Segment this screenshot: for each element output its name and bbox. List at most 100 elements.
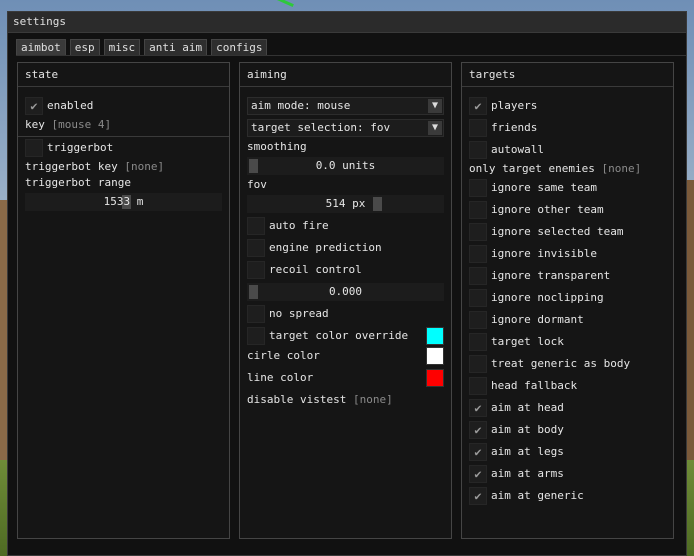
target-option-row[interactable]: ignore noclipping — [469, 289, 666, 307]
target-option-label: aim at legs — [491, 445, 564, 458]
checkbox[interactable] — [469, 119, 487, 137]
tab-divider — [16, 55, 686, 56]
checkbox[interactable] — [247, 217, 265, 235]
disable-vistest-row[interactable]: disable vistest [none] — [247, 391, 444, 409]
triggerbot-range-label-row: triggerbot range — [25, 174, 222, 192]
checkbox[interactable] — [469, 333, 487, 351]
checkbox[interactable] — [469, 355, 487, 373]
autowall-checkbox-row[interactable]: autowall — [469, 141, 666, 159]
checkbox[interactable] — [469, 245, 487, 263]
line-color-label: line color — [247, 371, 314, 384]
recoil-control-label: recoil control — [269, 263, 362, 276]
tab-misc[interactable]: misc — [103, 39, 141, 56]
checkmark-icon[interactable]: ✔ — [469, 443, 487, 461]
checkbox[interactable] — [469, 377, 487, 395]
settings-window: settings aimbot esp misc anti aim config… — [7, 11, 687, 556]
checkbox[interactable] — [469, 223, 487, 241]
tab-aimbot[interactable]: aimbot — [16, 39, 66, 56]
checkbox[interactable] — [469, 311, 487, 329]
triggerbot-range-slider[interactable]: 1533 m — [25, 193, 222, 211]
only-enemies-label: only target enemies — [469, 162, 595, 175]
checkbox[interactable] — [469, 179, 487, 197]
checkbox[interactable] — [469, 267, 487, 285]
key-value[interactable]: [mouse 4] — [52, 118, 112, 131]
autowall-label: autowall — [491, 143, 544, 156]
target-option-row[interactable]: ignore transparent — [469, 267, 666, 285]
triggerbot-key-value[interactable]: [none] — [124, 160, 164, 173]
checkbox[interactable] — [469, 201, 487, 219]
checkbox[interactable] — [469, 289, 487, 307]
aim-mode-value: aim mode: mouse — [251, 99, 351, 112]
tab-configs[interactable]: configs — [211, 39, 268, 56]
window-title[interactable]: settings — [8, 12, 686, 33]
players-label: players — [491, 99, 538, 112]
line-color-row: line color — [247, 369, 444, 387]
target-option-row[interactable]: ignore other team — [469, 201, 666, 219]
checkbox[interactable] — [469, 141, 487, 159]
aim-mode-dropdown[interactable]: aim mode: mouse ▼ — [247, 97, 444, 115]
checkmark-icon[interactable]: ✔ — [25, 97, 43, 115]
checkbox[interactable] — [25, 139, 43, 157]
checkbox[interactable] — [247, 327, 265, 345]
circle-color-swatch[interactable] — [426, 347, 444, 365]
state-title: state — [25, 68, 59, 81]
target-option-label: ignore noclipping — [491, 291, 604, 304]
target-color-swatch[interactable] — [426, 327, 444, 345]
key-row[interactable]: key [mouse 4] — [25, 116, 222, 134]
players-checkbox-row[interactable]: ✔ players — [469, 97, 666, 115]
state-panel: state ✔ enabled key [mouse 4] triggerbot… — [17, 62, 230, 539]
smoothing-label-row: smoothing — [247, 138, 444, 156]
enabled-checkbox-row[interactable]: ✔ enabled — [25, 97, 222, 115]
only-enemies-row[interactable]: only target enemies [none] — [469, 160, 666, 178]
auto-fire-checkbox-row[interactable]: auto fire — [247, 217, 444, 235]
target-option-label: treat generic as body — [491, 357, 631, 370]
tab-anti-aim[interactable]: anti aim — [144, 39, 208, 56]
target-option-row[interactable]: target lock — [469, 333, 666, 351]
checkmark-icon[interactable]: ✔ — [469, 421, 487, 439]
target-option-row[interactable]: ignore selected team — [469, 223, 666, 241]
targets-panel: targets ✔ players friends autowall only … — [461, 62, 674, 539]
tab-esp[interactable]: esp — [69, 39, 100, 56]
fov-slider[interactable]: 514 px — [247, 195, 444, 213]
target-option-row[interactable]: ✔ aim at legs — [469, 443, 666, 461]
recoil-control-checkbox-row[interactable]: recoil control — [247, 261, 444, 279]
dropdown-arrow-icon[interactable]: ▼ — [428, 99, 442, 113]
target-selection-value: target selection: fov — [251, 121, 391, 134]
checkmark-icon[interactable]: ✔ — [469, 487, 487, 505]
triggerbot-checkbox-row[interactable]: triggerbot — [25, 139, 222, 157]
triggerbot-key-label: triggerbot key — [25, 160, 118, 173]
checkmark-icon[interactable]: ✔ — [469, 399, 487, 417]
checkmark-icon[interactable]: ✔ — [469, 465, 487, 483]
smoothing-slider[interactable]: 0.0 units — [247, 157, 444, 175]
target-option-row[interactable]: head fallback — [469, 377, 666, 395]
target-option-row[interactable]: ignore same team — [469, 179, 666, 197]
target-option-row[interactable]: ✔ aim at body — [469, 421, 666, 439]
target-option-row[interactable]: ✔ aim at arms — [469, 465, 666, 483]
checkbox[interactable] — [247, 261, 265, 279]
smoothing-label: smoothing — [247, 140, 307, 153]
aiming-title: aiming — [247, 68, 287, 81]
checkmark-icon[interactable]: ✔ — [469, 97, 487, 115]
circle-color-label: cirle color — [247, 349, 320, 362]
target-option-row[interactable]: ✔ aim at head — [469, 399, 666, 417]
target-option-row[interactable]: ignore dormant — [469, 311, 666, 329]
checkbox[interactable] — [247, 239, 265, 257]
dropdown-arrow-icon[interactable]: ▼ — [428, 121, 442, 135]
enabled-label: enabled — [47, 99, 94, 112]
checkbox[interactable] — [247, 305, 265, 323]
target-selection-dropdown[interactable]: target selection: fov ▼ — [247, 119, 444, 137]
no-spread-checkbox-row[interactable]: no spread — [247, 305, 444, 323]
target-option-row[interactable]: ignore invisible — [469, 245, 666, 263]
engine-prediction-checkbox-row[interactable]: engine prediction — [247, 239, 444, 257]
disable-vistest-value[interactable]: [none] — [353, 393, 393, 406]
triggerbot-range-label: triggerbot range — [25, 176, 131, 189]
target-option-label: aim at arms — [491, 467, 564, 480]
target-option-row[interactable]: ✔ aim at generic — [469, 487, 666, 505]
target-option-row[interactable]: treat generic as body — [469, 355, 666, 373]
fov-label-row: fov — [247, 176, 444, 194]
target-color-override-row[interactable]: target color override — [247, 327, 444, 345]
line-color-swatch[interactable] — [426, 369, 444, 387]
recoil-slider[interactable]: 0.000 — [247, 283, 444, 301]
friends-checkbox-row[interactable]: friends — [469, 119, 666, 137]
only-enemies-value[interactable]: [none] — [601, 162, 641, 175]
